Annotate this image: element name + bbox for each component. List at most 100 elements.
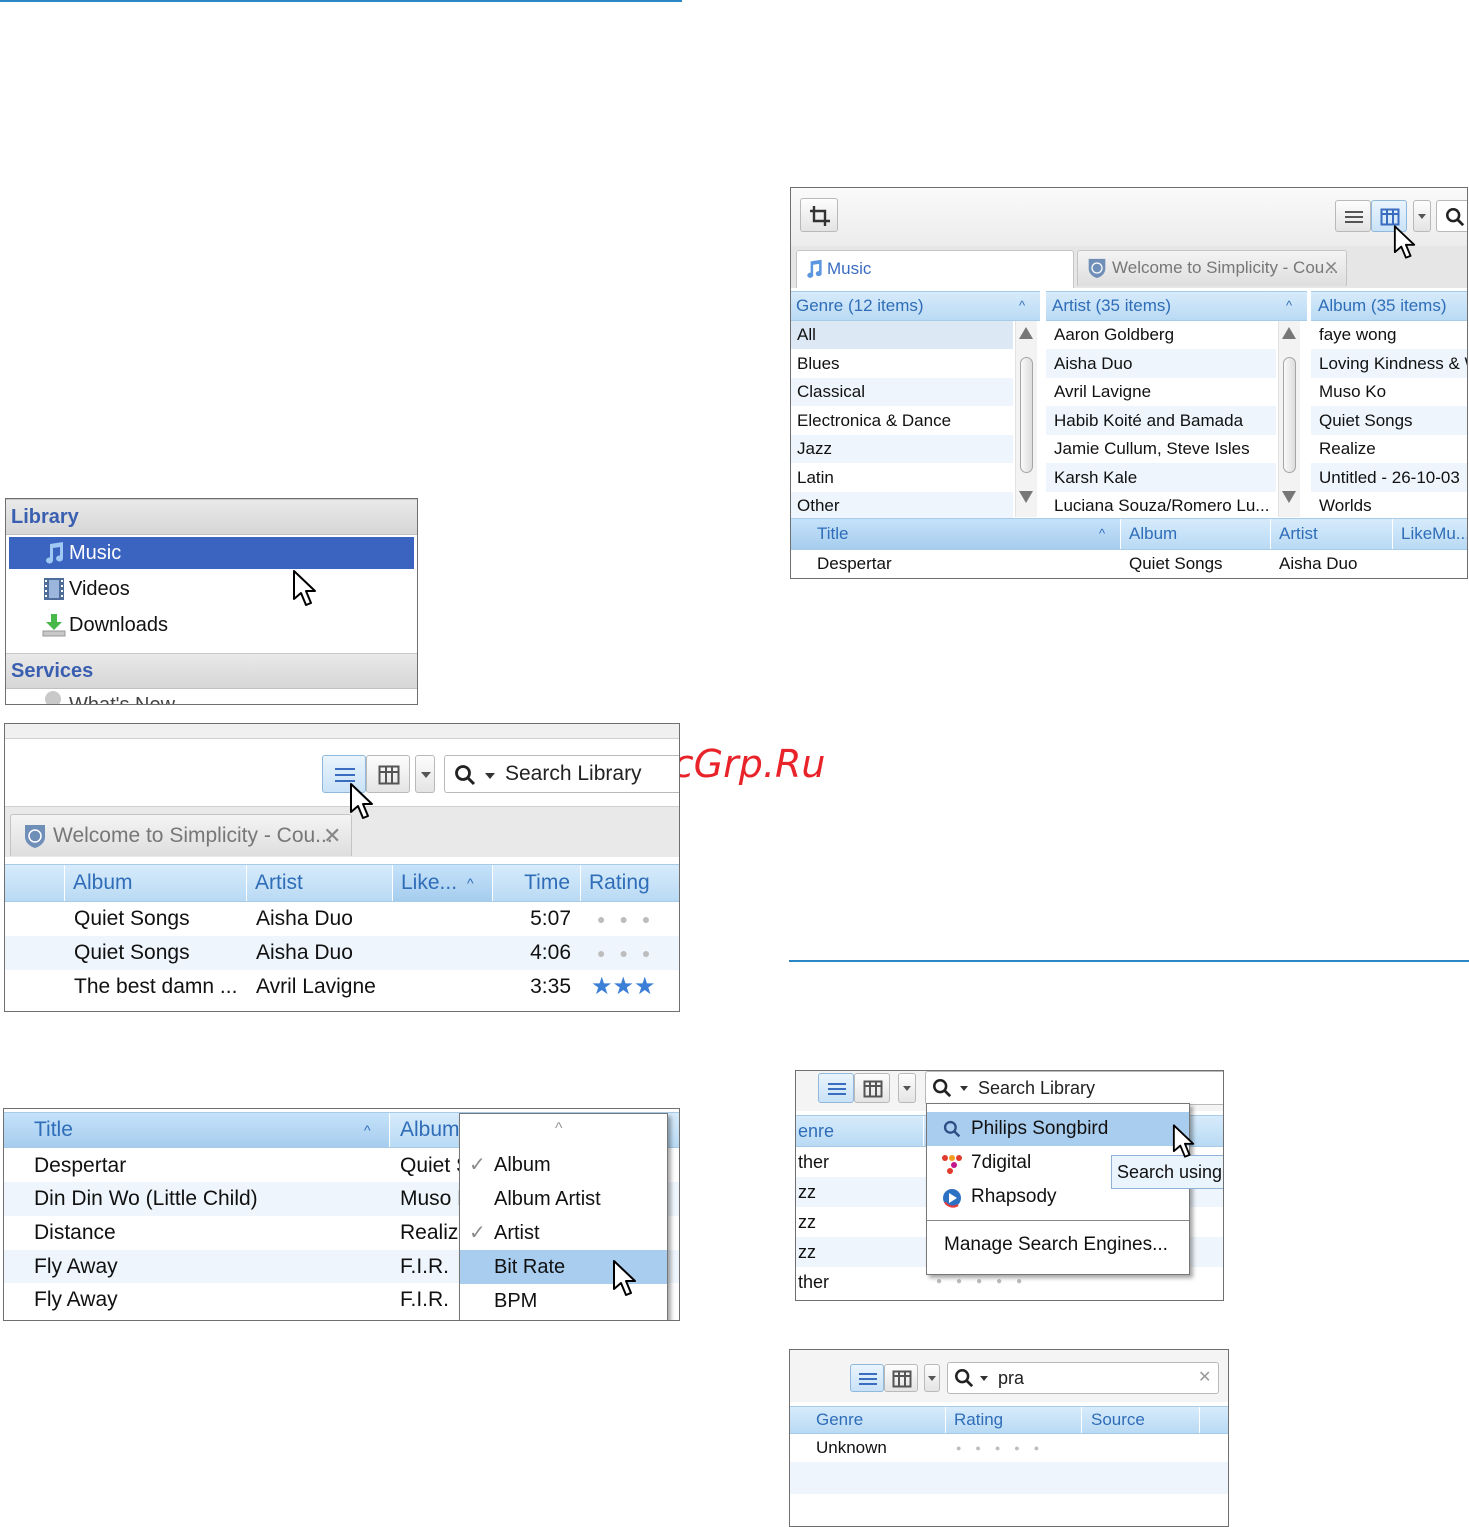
table-row <box>790 1462 1228 1494</box>
list-item[interactable]: Muso Ko <box>1311 378 1467 406</box>
sort-ascending-icon: ^ <box>364 1122 371 1138</box>
scroll-thumb[interactable] <box>1020 357 1033 473</box>
menu-item-manage-search-engines[interactable]: Manage Search Engines... <box>927 1228 1189 1262</box>
search-query: pra <box>998 1368 1025 1388</box>
search-icon <box>943 1120 961 1138</box>
column-header-rating[interactable]: Rating <box>581 865 679 901</box>
crop-button[interactable] <box>800 198 838 232</box>
column-header-rating[interactable]: Rating <box>946 1407 1082 1433</box>
column-header-blank <box>5 865 65 901</box>
column-header-album[interactable]: Album <box>65 865 247 901</box>
filter-view-button[interactable] <box>854 1073 890 1103</box>
rating-stars[interactable]: ●●● <box>597 936 679 970</box>
album-header[interactable]: Album (35 items) <box>1311 291 1467 321</box>
list-item[interactable]: Classical <box>791 378 1013 406</box>
list-item[interactable]: Untitled - 26-10-03 <box>1311 463 1467 492</box>
close-icon[interactable]: ✕ <box>323 815 341 856</box>
list-item[interactable]: faye wong <box>1311 321 1467 349</box>
list-item[interactable]: Other <box>791 492 1013 520</box>
list-item[interactable]: Aaron Goldberg <box>1046 321 1276 349</box>
list-item[interactable]: Avril Lavigne <box>1046 378 1276 406</box>
close-icon[interactable]: ✕ <box>1324 251 1338 285</box>
menu-item-album-artist[interactable]: Album Artist <box>460 1182 667 1216</box>
list-item[interactable]: Realize <box>1311 435 1467 463</box>
menu-item-artist[interactable]: ✓ Artist <box>460 1216 667 1250</box>
artist-cell: Aisha Duo <box>1279 554 1358 573</box>
column-header-album[interactable]: Album <box>1121 519 1271 549</box>
menu-item-album[interactable]: ✓ Album <box>460 1148 667 1182</box>
column-header-source[interactable]: Source <box>1082 1407 1200 1433</box>
column-menu-screenshot: Title^ Album Despertar Quiet S Din Din W… <box>3 1108 680 1321</box>
list-item[interactable]: Habib Koité and Bamada <box>1046 406 1276 435</box>
column-header-time[interactable]: Time <box>493 865 581 901</box>
list-item[interactable]: Electronica & Dance <box>791 406 1013 435</box>
list-item[interactable]: Aisha Duo <box>1046 349 1276 378</box>
table-row[interactable]: Quiet Songs Aisha Duo 4:06 ●●● <box>5 936 679 970</box>
table-row[interactable]: Despertar Quiet Songs Aisha Duo <box>791 550 1467 578</box>
menu-item-philips-songbird[interactable]: Philips Songbird <box>927 1112 1189 1146</box>
column-header-likemusic[interactable]: LikeMu... <box>1393 519 1467 549</box>
sort-ascending-icon: ^ <box>1099 526 1106 541</box>
view-menu-button[interactable] <box>898 1073 916 1103</box>
column-header-title[interactable]: Title ^ <box>4 1113 390 1147</box>
search-field[interactable]: Search Library <box>925 1071 1223 1105</box>
table-row[interactable]: Quiet Songs Aisha Duo 5:07 ●●● <box>5 902 679 936</box>
time-cell: 4:06 <box>530 941 571 964</box>
table-row[interactable]: Unknown ●●●●● <box>790 1434 1228 1462</box>
column-header-title[interactable]: Title ^ <box>791 519 1121 549</box>
search-icon <box>1446 208 1465 227</box>
list-item[interactable]: Latin <box>791 463 1013 492</box>
mouse-pointer-icon <box>350 783 373 819</box>
list-view-button[interactable] <box>850 1364 884 1392</box>
rating-stars[interactable]: ★★★ <box>591 970 679 1004</box>
services-heading: Services <box>6 653 417 689</box>
sidebar-item-label: Downloads <box>69 614 168 636</box>
artist-header[interactable]: Artist (35 items) ^ <box>1046 291 1307 321</box>
table-row[interactable]: The best damn ... Avril Lavigne 3:35 ★★★ <box>5 970 679 1004</box>
list-item[interactable]: Jazz <box>791 435 1013 463</box>
view-menu-button[interactable] <box>924 1364 940 1392</box>
filter-view-button[interactable] <box>884 1364 918 1392</box>
column-header-artist[interactable]: Artist <box>1271 519 1393 549</box>
scroll-thumb[interactable] <box>1283 357 1296 473</box>
sidebar-item-videos[interactable]: Videos <box>9 573 414 605</box>
film-icon <box>44 578 64 600</box>
artist-scrollbar[interactable] <box>1278 321 1300 517</box>
chevron-down-icon <box>485 773 495 779</box>
sidebar-item-whats-new[interactable]: What's New <box>9 689 414 704</box>
genre-scrollbar[interactable] <box>1015 321 1037 517</box>
list-item[interactable]: All <box>791 321 1013 349</box>
column-header-like[interactable]: Like... ^ <box>393 865 493 901</box>
list-item[interactable]: Worlds <box>1311 492 1467 517</box>
tab-welcome[interactable]: Welcome to Simplicity - Cou... ✕ <box>10 814 352 856</box>
list-view-button[interactable] <box>1335 200 1371 232</box>
column-header-artist[interactable]: Artist <box>247 865 393 901</box>
sidebar-item-music[interactable]: Music <box>9 537 414 569</box>
album-cell: Quiet Songs <box>1129 554 1223 573</box>
tab-music[interactable]: Music <box>796 250 1074 288</box>
genre-header[interactable]: Genre (12 items) ^ <box>791 291 1040 321</box>
list-item[interactable]: Jamie Cullum, Steve Isles <box>1046 435 1276 463</box>
album-cell: The best damn ... <box>74 975 238 998</box>
search-field[interactable]: Search Library <box>444 755 679 793</box>
search-field[interactable]: pra ✕ <box>947 1362 1219 1394</box>
list-item[interactable]: Loving Kindness & W <box>1311 349 1467 378</box>
filter-view-screenshot: Music Welcome to Simplicity - Cou... ✕ G… <box>790 187 1468 579</box>
sidebar-item-downloads[interactable]: Downloads <box>9 609 414 641</box>
rating-stars[interactable]: ●●●●● <box>956 1434 1076 1462</box>
list-item[interactable]: Karsh Kale <box>1046 463 1276 492</box>
clear-search-icon[interactable]: ✕ <box>1198 1363 1211 1393</box>
tab-welcome[interactable]: Welcome to Simplicity - Cou... ✕ <box>1077 250 1347 286</box>
list-view-screenshot: Search Library Welcome to Simplicity - C… <box>4 723 680 1012</box>
list-item[interactable]: Luciana Souza/Romero Lu... <box>1046 492 1276 520</box>
search-field[interactable] <box>1436 200 1467 232</box>
list-item[interactable]: Quiet Songs <box>1311 406 1467 435</box>
artist-cell: Aisha Duo <box>256 941 353 964</box>
list-item[interactable]: Blues <box>791 349 1013 378</box>
view-menu-button[interactable] <box>415 755 435 793</box>
column-header-genre[interactable]: Genre <box>790 1407 946 1433</box>
column-header-genre[interactable]: enre <box>796 1116 924 1146</box>
sidebar-item-label: Music <box>69 542 122 564</box>
rating-stars[interactable]: ●●● <box>597 902 679 936</box>
list-view-button[interactable] <box>818 1073 854 1103</box>
